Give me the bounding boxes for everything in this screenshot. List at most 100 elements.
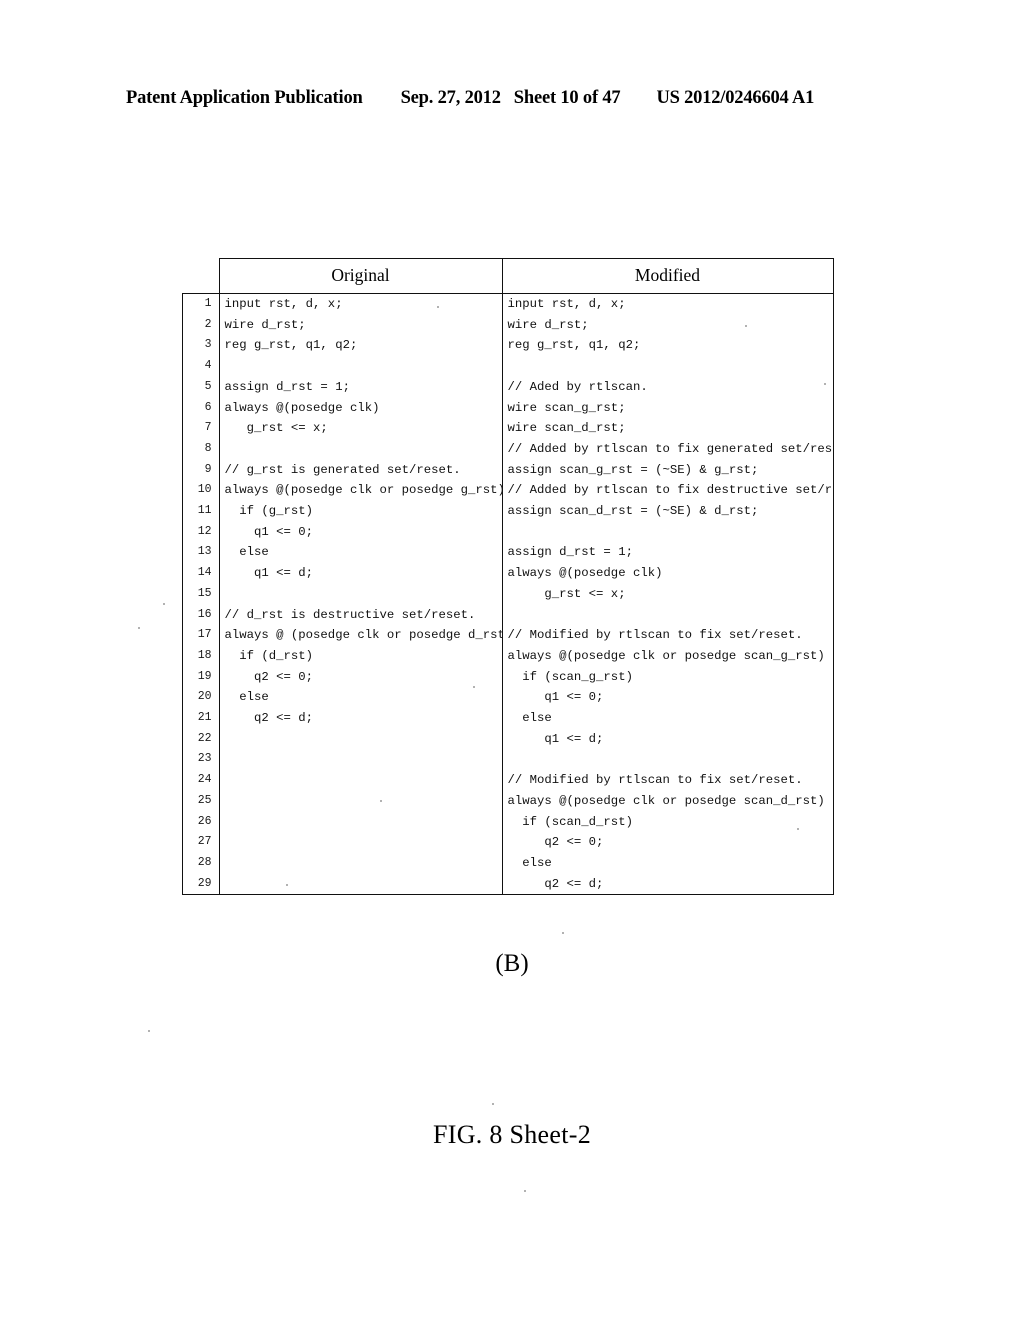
code-cell-modified (501, 356, 834, 377)
code-cell-original (218, 749, 502, 771)
code-cell-original: q1 <= d; (218, 563, 502, 584)
table-header: Original Modified (183, 258, 834, 294)
code-cell-original: else (218, 687, 502, 709)
line-number: 3 (182, 335, 219, 357)
scan-artifact (824, 383, 826, 385)
code-cell-modified: q1 <= d; (501, 728, 834, 750)
table-row: 12 q1 <= 0; (182, 521, 834, 543)
code-cell-modified: g_rst <= x; (501, 583, 834, 605)
scan-artifact (163, 603, 165, 605)
table-row: 1 input rst, d, x; input rst, d, x; (182, 292, 834, 315)
table-row: 18 if (d_rst) always @(posedge clk or pos… (182, 645, 834, 667)
table-row: 26 if (scan_d_rst) (182, 811, 834, 833)
code-cell-modified: wire d_rst; (501, 314, 834, 336)
table-row: 13 else assign d_rst = 1; (182, 542, 834, 564)
column-header-original: Original (218, 258, 503, 294)
code-cell-original: else (218, 542, 502, 564)
sheet-number: Sheet 10 of 47 (513, 88, 621, 108)
scan-artifact (286, 884, 288, 886)
table-header-row: Original Modified (183, 258, 834, 294)
code-cell-original: always @ (posedge clk or posedge d_rst) (218, 625, 502, 646)
line-number: 5 (182, 376, 219, 398)
code-cell-original: always @(posedge clk) (218, 397, 502, 419)
code-cell-modified: // Modified by rtlscan to fix set/reset. (501, 770, 834, 791)
line-number: 21 (182, 708, 219, 729)
code-cell-original: q2 <= d; (218, 708, 502, 729)
line-number: 27 (182, 832, 219, 853)
code-cell-original: g_rst <= x; (218, 418, 502, 439)
line-number: 20 (182, 687, 219, 709)
table-row: 5 assign d_rst = 1;// Aded by rtlscan. (182, 376, 834, 398)
code-cell-modified (501, 749, 834, 771)
line-number: 8 (182, 438, 219, 460)
code-cell-original: always @(posedge clk or posedge g_rst) (218, 480, 502, 502)
table-row: 7 g_rst <= x; wire scan_d_rst; (182, 418, 834, 439)
code-cell-original (218, 728, 502, 750)
line-number: 1 (182, 292, 219, 315)
line-number: 16 (182, 604, 219, 626)
table-body: 1 input rst, d, x; input rst, d, x; 2 wire d… (182, 292, 834, 896)
table-row: 8 // Added by rtlscan to fix generated se… (182, 438, 834, 460)
code-cell-modified: q1 <= 0; (501, 687, 834, 709)
scan-artifact (524, 1190, 526, 1192)
code-cell-original: // d_rst is destructive set/reset. (218, 604, 502, 626)
line-number: 6 (182, 397, 219, 419)
table-row: 19 q2 <= 0; if (scan_g_rst) (182, 666, 834, 688)
line-number: 26 (182, 811, 219, 833)
code-cell-original: input rst, d, x; (218, 292, 502, 315)
code-cell-modified (501, 521, 834, 543)
code-cell-original: q2 <= 0; (218, 666, 502, 688)
scan-artifact (492, 1103, 494, 1105)
code-cell-original (218, 438, 502, 460)
table-row: 11 if (g_rst) assign scan_d_rst = (~SE) &… (182, 501, 834, 522)
table-row: 15 g_rst <= x; (182, 583, 834, 605)
line-number: 15 (182, 583, 219, 605)
code-cell-original (218, 832, 502, 853)
code-cell-original: assign d_rst = 1; (218, 376, 502, 398)
table-row: 2 wire d_rst; wire d_rst; (182, 314, 834, 336)
code-cell-original (218, 770, 502, 791)
code-cell-modified: assign d_rst = 1; (501, 542, 834, 564)
scan-artifact (562, 932, 564, 934)
code-cell-original (218, 790, 502, 812)
table-row: 6 always @(posedge clk) wire scan_g_rst; (182, 397, 834, 419)
table-row: 27 q2 <= 0; (182, 832, 834, 853)
table-row: 4 (182, 356, 834, 377)
table-row: 24 // Modified by rtlscan to fix set/rese… (182, 770, 834, 791)
code-cell-original (218, 356, 502, 377)
code-cell-modified (501, 604, 834, 626)
table-row: 17 always @ (posedge clk or posedge d_rst… (182, 625, 834, 646)
figure-caption: FIG. 8 Sheet-2 (432, 1120, 592, 1149)
scan-artifact (148, 1030, 150, 1032)
code-cell-modified: else (501, 852, 834, 874)
code-comparison-table: Original Modified 1 input rst, d, x; input… (182, 258, 834, 896)
table-row: 20 else q1 <= 0; (182, 687, 834, 709)
scan-artifact (138, 627, 140, 629)
code-cell-modified: always @(posedge clk or posedge scan_d_r… (501, 790, 834, 812)
code-cell-original: reg g_rst, q1, q2; (218, 335, 502, 357)
code-cell-modified: // Modified by rtlscan to fix set/reset. (501, 625, 834, 646)
line-number-gutter-spacer (183, 259, 220, 294)
table-row: 28 else (182, 852, 834, 874)
line-number: 13 (182, 542, 219, 564)
code-cell-original: // g_rst is generated set/reset. (218, 459, 502, 481)
publication-label: Patent Application Publication (126, 88, 363, 108)
code-cell-modified: assign scan_d_rst = (~SE) & d_rst; (501, 501, 834, 522)
scan-artifact (437, 306, 439, 308)
code-cell-modified: input rst, d, x; (501, 292, 834, 315)
code-cell-original: wire d_rst; (218, 314, 502, 336)
code-cell-original: if (g_rst) (218, 501, 502, 522)
line-number: 23 (182, 749, 219, 771)
code-cell-original (218, 852, 502, 874)
code-cell-modified: // Added by rtlscan to fix destructive s… (501, 480, 834, 502)
publication-date: Sep. 27, 2012 (400, 88, 501, 108)
code-cell-modified: always @(posedge clk) (501, 563, 834, 584)
code-cell-original (218, 583, 502, 605)
column-header-modified: Modified (501, 258, 834, 294)
code-cell-modified: reg g_rst, q1, q2; (501, 335, 834, 357)
table-row: 25 always @(posedge clk or posedge scan_d… (182, 790, 834, 812)
code-cell-original: if (d_rst) (218, 645, 502, 667)
code-cell-modified: // Added by rtlscan to fix generated set… (501, 438, 834, 460)
table-row: 23 (182, 749, 834, 771)
line-number: 9 (182, 459, 219, 481)
